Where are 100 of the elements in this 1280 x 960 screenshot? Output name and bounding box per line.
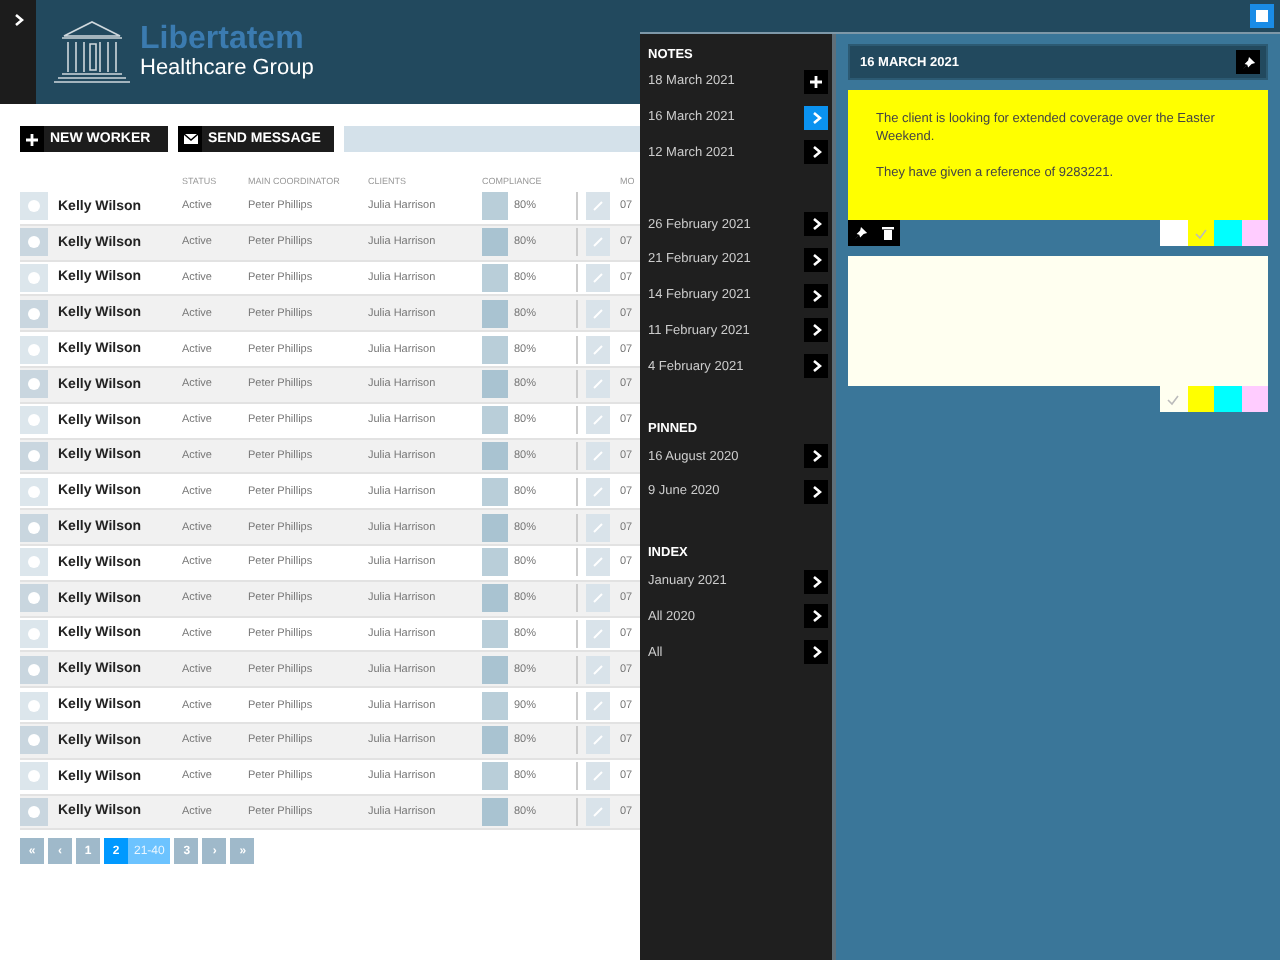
edit-button[interactable] — [586, 619, 610, 648]
edit-button[interactable] — [586, 655, 610, 684]
chevron-icon — [811, 146, 821, 159]
check-icon — [1193, 227, 1208, 239]
pencil-icon — [592, 485, 604, 498]
color-swatch[interactable] — [1241, 220, 1268, 246]
square-icon — [1256, 10, 1268, 22]
logo-title: Libertatem — [140, 24, 306, 56]
open-note-button[interactable] — [804, 318, 828, 343]
chevron-icon — [811, 218, 821, 231]
compliance-swatch — [482, 441, 508, 470]
color-swatch[interactable] — [1214, 386, 1241, 412]
compliance-swatch — [482, 370, 508, 399]
edit-button[interactable] — [586, 726, 610, 755]
logo-subtitle: Healthcare Group — [140, 58, 314, 80]
open-note-button[interactable] — [804, 283, 828, 308]
pencil-icon — [592, 307, 604, 320]
compliance-swatch — [482, 619, 508, 648]
pencil-icon — [592, 663, 604, 676]
open-note-button[interactable] — [804, 247, 828, 272]
chevron-icon — [811, 485, 821, 498]
open-note-button[interactable] — [804, 140, 828, 165]
avatar-icon — [20, 513, 48, 542]
compliance-swatch — [482, 228, 508, 257]
compliance-swatch — [482, 655, 508, 684]
color-swatch[interactable] — [1187, 220, 1214, 246]
pencil-icon — [592, 556, 604, 569]
edit-button[interactable] — [586, 370, 610, 399]
edit-button[interactable] — [586, 797, 610, 826]
chevron-icon — [811, 111, 821, 124]
edit-button[interactable] — [586, 691, 610, 720]
pin-icon — [854, 226, 868, 240]
compliance-swatch — [482, 797, 508, 826]
chevron-icon — [811, 450, 821, 463]
search-field[interactable] — [344, 126, 640, 152]
open-note-button[interactable] — [804, 105, 828, 130]
edit-button[interactable] — [586, 299, 610, 328]
color-swatch[interactable] — [1160, 386, 1187, 412]
edit-button[interactable] — [586, 513, 610, 542]
pencil-icon — [592, 414, 604, 427]
pencil-icon — [592, 236, 604, 249]
edit-button[interactable] — [586, 762, 610, 791]
check-icon — [1166, 393, 1181, 405]
notes-button[interactable] — [1250, 4, 1274, 28]
open-note-button[interactable] — [804, 569, 828, 594]
open-note-button[interactable] — [804, 212, 828, 237]
plus-icon — [810, 75, 822, 88]
pencil-icon — [592, 521, 604, 534]
chevron-icon — [811, 324, 821, 337]
compliance-swatch — [482, 477, 508, 506]
compliance-swatch — [482, 335, 508, 364]
building-logo-icon — [52, 16, 132, 88]
pencil-icon — [592, 449, 604, 462]
pencil-icon — [592, 378, 604, 391]
pin-icon — [1241, 55, 1255, 69]
edit-button[interactable] — [586, 406, 610, 435]
note-card[interactable] — [848, 256, 1268, 386]
pencil-icon — [592, 770, 604, 783]
pencil-icon — [592, 592, 604, 605]
edit-button[interactable] — [586, 548, 610, 577]
pencil-icon — [592, 699, 604, 712]
open-note-button[interactable] — [804, 354, 828, 379]
pencil-icon — [592, 200, 604, 213]
compliance-swatch — [482, 299, 508, 328]
trash-icon — [881, 226, 893, 240]
chevron-icon — [811, 289, 821, 302]
compliance-swatch — [482, 263, 508, 292]
color-swatch[interactable] — [1160, 220, 1187, 246]
compliance-swatch — [482, 513, 508, 542]
chevron-icon — [811, 360, 821, 373]
pencil-icon — [592, 271, 604, 284]
open-note-button[interactable] — [804, 640, 828, 665]
compliance-swatch — [482, 726, 508, 755]
compliance-swatch — [482, 548, 508, 577]
open-note-button[interactable] — [804, 604, 828, 629]
edit-button[interactable] — [586, 584, 610, 613]
chevron-icon — [811, 646, 821, 659]
compliance-swatch — [482, 691, 508, 720]
compliance-swatch — [482, 406, 508, 435]
edit-button[interactable] — [586, 228, 610, 257]
edit-button[interactable] — [586, 441, 610, 470]
edit-button[interactable] — [586, 477, 610, 506]
mail-icon — [183, 134, 197, 144]
add-note-button[interactable] — [804, 69, 828, 94]
compliance-swatch — [482, 762, 508, 791]
color-swatch[interactable] — [1187, 386, 1214, 412]
pencil-icon — [592, 805, 604, 818]
pin-button[interactable] — [1236, 50, 1260, 74]
plus-icon — [26, 133, 38, 145]
open-note-button[interactable] — [804, 479, 828, 504]
avatar-icon — [20, 655, 48, 684]
chevron-icon — [811, 610, 821, 623]
chevron-icon — [811, 575, 821, 588]
color-swatch[interactable] — [1241, 386, 1268, 412]
edit-button[interactable] — [586, 335, 610, 364]
compliance-swatch — [482, 192, 508, 221]
open-note-button[interactable] — [804, 444, 828, 469]
edit-button[interactable] — [586, 263, 610, 292]
edit-button[interactable] — [586, 192, 610, 221]
color-swatch[interactable] — [1214, 220, 1241, 246]
